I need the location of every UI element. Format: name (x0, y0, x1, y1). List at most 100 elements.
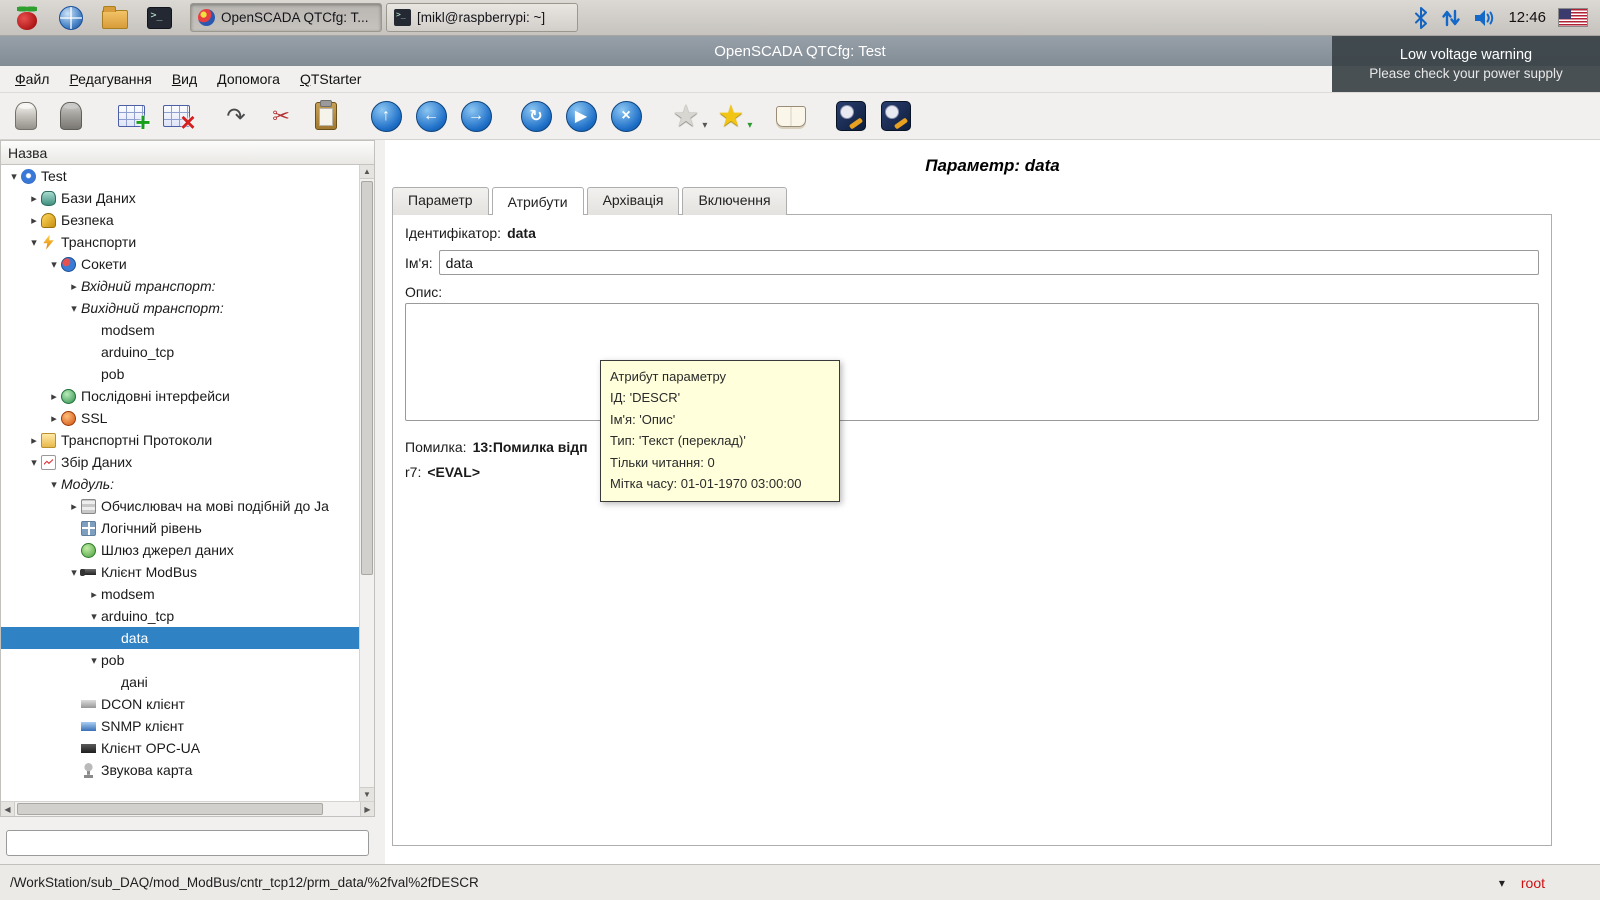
expander-icon[interactable]: ▸ (27, 214, 41, 227)
vertical-scroll-thumb[interactable] (361, 181, 373, 575)
expander-icon[interactable]: ▸ (67, 500, 81, 513)
scroll-right-arrow-icon[interactable]: ▶ (360, 802, 374, 816)
tree-item-Звукова карта[interactable]: Звукова карта (1, 759, 359, 781)
tree-item-Test[interactable]: ▾Test (1, 165, 359, 187)
start-updating-button[interactable]: ▶ (563, 97, 599, 135)
tree-item-Модуль:[interactable]: ▾Модуль: (1, 473, 359, 495)
taskbar-window-0[interactable]: OpenSCADA QTCfg: T... (190, 3, 382, 32)
expander-icon[interactable]: ▾ (47, 478, 61, 491)
user-selector[interactable]: ▾ root (1499, 875, 1545, 891)
tree-item-Транспорти[interactable]: ▾Транспорти (1, 231, 359, 253)
expander-icon[interactable]: ▾ (47, 258, 61, 271)
favorites-menu-button[interactable] (713, 97, 749, 135)
chevron-down-icon[interactable]: ▾ (1499, 876, 1505, 890)
tree-item-Логічний рівень[interactable]: Логічний рівень (1, 517, 359, 539)
panel-splitter[interactable] (375, 140, 385, 864)
expander-icon[interactable]: ▾ (27, 456, 41, 469)
tree-item-Клієнт ModBus[interactable]: ▾Клієнт ModBus (1, 561, 359, 583)
item-paste-button[interactable] (308, 97, 344, 135)
tree-item-Обчислювач на мові подібній до Ja[interactable]: ▸Обчислювач на мові подібній до Ja (1, 495, 359, 517)
menu-item-1[interactable]: Редагування (60, 68, 160, 90)
stop-updating-button[interactable]: × (608, 97, 644, 135)
forward-button[interactable]: → (458, 97, 494, 135)
expander-icon[interactable]: ▸ (47, 390, 61, 403)
tree-item-Безпека[interactable]: ▸Безпека (1, 209, 359, 231)
menu-item-3[interactable]: Допомога (208, 68, 289, 90)
expander-icon[interactable]: ▸ (87, 588, 101, 601)
tab-Архівація[interactable]: Архівація (587, 187, 680, 215)
db-load-button[interactable] (8, 97, 44, 135)
tree-item-modsem[interactable]: modsem (1, 319, 359, 341)
qtstarter-config-button[interactable] (833, 97, 869, 135)
tree-item-Вхідний транспорт:[interactable]: ▸Вхідний транспорт: (1, 275, 359, 297)
horizontal-scroll-thumb[interactable] (17, 803, 323, 815)
expander-icon[interactable]: ▸ (47, 412, 61, 425)
expander-icon[interactable]: ▾ (87, 654, 101, 667)
expander-icon[interactable]: ▸ (27, 192, 41, 205)
tree-item-Бази Даних[interactable]: ▸Бази Даних (1, 187, 359, 209)
expander-icon[interactable]: ▾ (67, 566, 81, 579)
favorite-add-button[interactable] (668, 97, 704, 135)
menu-item-2[interactable]: Вид (163, 68, 206, 90)
scroll-left-arrow-icon[interactable]: ◀ (1, 802, 15, 816)
tree-item-Збір Даних[interactable]: ▾Збір Даних (1, 451, 359, 473)
name-input[interactable] (439, 250, 1539, 275)
tree-item-arduino_tcp[interactable]: ▾arduino_tcp (1, 605, 359, 627)
tree-item-modsem[interactable]: ▸modsem (1, 583, 359, 605)
tree-item-data[interactable]: data (1, 627, 359, 649)
file-manager-button[interactable] (96, 3, 134, 33)
tree-item-Вихідний транспорт:[interactable]: ▾Вихідний транспорт: (1, 297, 359, 319)
tree-item-Послідовні інтерфейси[interactable]: ▸Послідовні інтерфейси (1, 385, 359, 407)
db-save-button[interactable] (53, 97, 89, 135)
start-menu-button[interactable] (8, 3, 46, 33)
bluetooth-icon[interactable] (1413, 7, 1429, 29)
item-remove-button[interactable] (158, 97, 194, 135)
description-textarea[interactable] (405, 303, 1539, 421)
network-traffic-icon[interactable] (1441, 7, 1461, 29)
scroll-up-arrow-icon[interactable]: ▲ (360, 165, 374, 179)
scroll-down-arrow-icon[interactable]: ▼ (360, 787, 374, 801)
item-cut-button[interactable]: ✂ (263, 97, 299, 135)
clock[interactable]: 12:46 (1508, 9, 1546, 26)
terminal-button[interactable] (140, 3, 178, 33)
tree-item-SNMP клієнт[interactable]: SNMP клієнт (1, 715, 359, 737)
expander-icon[interactable]: ▾ (7, 170, 21, 183)
tree-item-Транспортні Протоколи[interactable]: ▸Транспортні Протоколи (1, 429, 359, 451)
item-paste-icon (315, 102, 337, 130)
tree-item-pob[interactable]: pob (1, 363, 359, 385)
expander-icon[interactable]: ▸ (67, 280, 81, 293)
tree-item-arduino_tcp[interactable]: arduino_tcp (1, 341, 359, 363)
expander-icon[interactable]: ▾ (27, 236, 41, 249)
menu-item-0[interactable]: Файл (6, 68, 58, 90)
tree-horizontal-scrollbar[interactable]: ◀ ▶ (1, 801, 374, 816)
tab-Атрибути[interactable]: Атрибути (492, 187, 584, 215)
browser-button[interactable] (52, 3, 90, 33)
tree-item-SSL[interactable]: ▸SSL (1, 407, 359, 429)
expander-icon[interactable]: ▾ (87, 610, 101, 623)
tree-item-DCON клієнт[interactable]: DCON клієнт (1, 693, 359, 715)
item-copy-button[interactable]: ↷ (218, 97, 254, 135)
item-add-button[interactable] (113, 97, 149, 135)
expander-icon[interactable]: ▸ (27, 434, 41, 447)
identifier-row: Ідентифікатор: data (405, 225, 1539, 241)
menu-item-4[interactable]: QTStarter (291, 68, 370, 90)
manual-button[interactable] (773, 97, 809, 135)
tree-filter-input[interactable] (6, 830, 369, 856)
up-button[interactable]: ↑ (368, 97, 404, 135)
volume-icon[interactable] (1473, 8, 1496, 28)
taskbar-window-1[interactable]: [mikl@raspberrypi: ~] (386, 3, 578, 32)
tab-Параметр[interactable]: Параметр (392, 187, 489, 215)
tree-vertical-scrollbar[interactable]: ▲ ▼ (359, 165, 374, 801)
tree-item-Сокети[interactable]: ▾Сокети (1, 253, 359, 275)
tree-item-Шлюз джерел даних[interactable]: Шлюз джерел даних (1, 539, 359, 561)
refresh-button[interactable]: ↻ (518, 97, 554, 135)
tree-header[interactable]: Назва (1, 141, 374, 165)
tree-item-Клієнт OPC-UA[interactable]: Клієнт OPC-UA (1, 737, 359, 759)
tab-Включення[interactable]: Включення (682, 187, 786, 215)
tree-item-дані[interactable]: дані (1, 671, 359, 693)
back-button[interactable]: ← (413, 97, 449, 135)
tree-item-pob[interactable]: ▾pob (1, 649, 359, 671)
us-flag-icon[interactable] (1558, 8, 1588, 27)
expander-icon[interactable]: ▾ (67, 302, 81, 315)
qtstarter-launch-button[interactable] (878, 97, 914, 135)
